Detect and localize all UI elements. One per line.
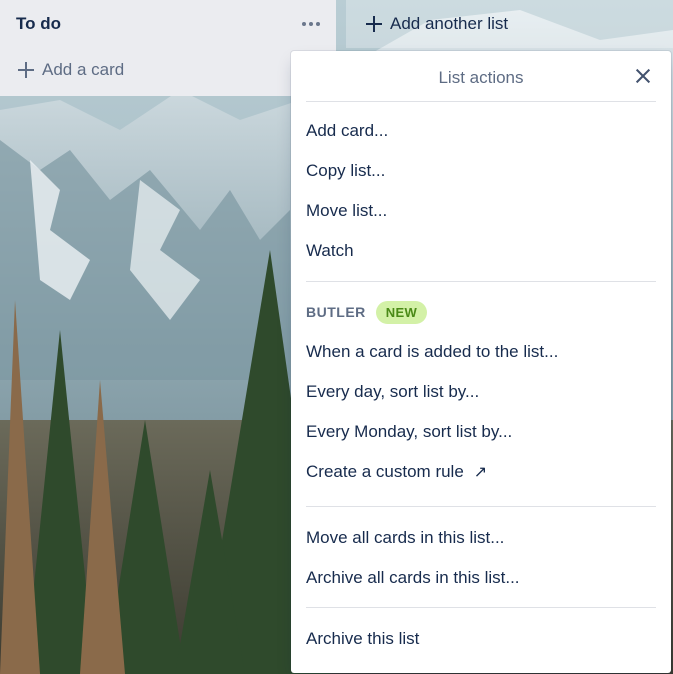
butler-section-label: BUTLER NEW — [306, 299, 428, 325]
menu-item-add-card[interactable]: Add card... — [291, 112, 671, 150]
list-column: To do Add a card — [0, 0, 336, 96]
menu-item-custom-rule[interactable]: Create a custom rule ↗ — [291, 453, 671, 491]
divider — [306, 506, 656, 507]
divider — [306, 281, 656, 282]
menu-item-watch[interactable]: Watch — [291, 232, 671, 270]
list-menu-button[interactable] — [294, 10, 328, 38]
external-link-icon: ↗ — [473, 464, 488, 481]
list-header: To do — [0, 0, 336, 48]
menu-item-move-all-cards[interactable]: Move all cards in this list... — [291, 519, 671, 557]
more-icon — [302, 22, 320, 26]
menu-item-copy-list[interactable]: Copy list... — [291, 152, 671, 190]
add-another-list-button[interactable]: Add another list — [346, 0, 673, 48]
divider — [306, 101, 656, 102]
custom-rule-label: Create a custom rule — [306, 462, 464, 481]
popover-header: List actions — [291, 51, 671, 101]
add-card-label: Add a card — [42, 60, 125, 79]
plus-icon — [18, 62, 34, 78]
list-title[interactable]: To do — [16, 14, 61, 34]
menu-item-monday-sort[interactable]: Every Monday, sort list by... — [291, 413, 671, 451]
menu-item-card-added-rule[interactable]: When a card is added to the list... — [291, 333, 671, 371]
menu-item-daily-sort[interactable]: Every day, sort list by... — [291, 373, 671, 411]
butler-label: BUTLER — [306, 304, 366, 320]
menu-item-archive-all-cards[interactable]: Archive all cards in this list... — [291, 559, 671, 597]
add-list-label: Add another list — [390, 14, 509, 33]
new-badge: NEW — [375, 300, 428, 324]
add-card-button[interactable]: Add a card — [10, 54, 290, 86]
divider — [306, 607, 656, 608]
menu-item-move-list[interactable]: Move list... — [291, 192, 671, 230]
menu-item-archive-list[interactable]: Archive this list — [291, 620, 671, 658]
list-actions-popover: List actions Add card... Copy list... Mo… — [291, 51, 671, 673]
plus-icon — [366, 16, 382, 32]
popover-title: List actions — [438, 68, 524, 87]
close-icon[interactable] — [635, 68, 651, 84]
